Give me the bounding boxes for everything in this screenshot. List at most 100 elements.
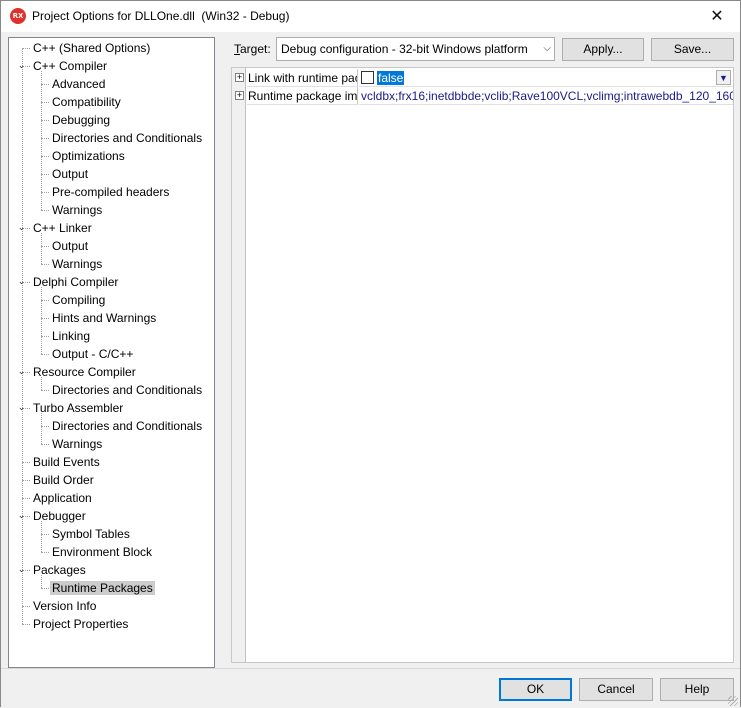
tree-item[interactable]: Advanced	[50, 75, 107, 93]
tree-item-label: Resource Compiler	[33, 365, 136, 379]
tree-branch	[41, 575, 42, 588]
expand-plus-icon[interactable]: +	[235, 91, 244, 100]
expand-plus-icon[interactable]: +	[235, 73, 244, 82]
tree-item[interactable]: Output	[50, 165, 90, 183]
tree-branch	[41, 287, 42, 354]
tree-item[interactable]: Symbol Tables	[50, 525, 132, 543]
tree-item-label: Build Order	[33, 473, 94, 487]
save-button[interactable]: Save...	[651, 38, 734, 61]
tree-item[interactable]: Project Properties	[31, 615, 130, 633]
tree-item-label: Packages	[33, 563, 86, 577]
tree-item[interactable]: Directories and Conditionals	[50, 417, 204, 435]
tree-item[interactable]: Optimizations	[50, 147, 127, 165]
tree-item[interactable]: Debugger	[31, 507, 88, 525]
target-select-value: Debug configuration - 32-bit Windows pla…	[281, 42, 528, 56]
tree-item-label: Compiling	[52, 293, 106, 307]
tree-item[interactable]: Warnings	[50, 255, 104, 273]
tree-item-label: Warnings	[52, 437, 103, 451]
tree-item-label: Version Info	[33, 599, 97, 613]
tree-item-label: Directories and Conditionals	[52, 383, 203, 397]
tree-connector	[41, 552, 49, 553]
tree-item[interactable]: Turbo Assembler	[31, 399, 125, 417]
tree-branch	[41, 233, 42, 264]
property-value: false	[377, 71, 405, 85]
tree-connector	[22, 606, 30, 607]
tree-item-label: Directories and Conditionals	[52, 131, 203, 145]
tree-connector	[41, 120, 49, 121]
tree-item[interactable]: C++ Compiler	[31, 57, 109, 75]
tree-connector	[41, 102, 49, 103]
tree-item[interactable]: Linking	[50, 327, 92, 345]
property-value[interactable]: vcldbx;frx16;inetdbbde;vclib;Rave100VCL;…	[359, 87, 733, 105]
tree-item-label: Project Properties	[33, 617, 129, 631]
tree-item[interactable]: Packages	[31, 561, 88, 579]
tree-item-label: C++ (Shared Options)	[33, 41, 151, 55]
tree-connector	[41, 336, 49, 337]
close-icon[interactable]: ✕	[694, 1, 740, 31]
tree-item[interactable]: C++ (Shared Options)	[31, 39, 152, 57]
tree-connector	[41, 588, 49, 589]
checkbox-icon[interactable]	[361, 71, 374, 84]
cancel-button[interactable]: Cancel	[579, 678, 653, 701]
tree-item[interactable]: Runtime Packages	[50, 579, 155, 597]
tree-item[interactable]: Application	[31, 489, 94, 507]
tree-item-label: Delphi Compiler	[33, 275, 119, 289]
tree-item[interactable]: Pre-compiled headers	[50, 183, 171, 201]
tree-item[interactable]: Build Events	[31, 453, 102, 471]
tree-item-label: Output - C/C++	[52, 347, 134, 361]
tree-item[interactable]: Directories and Conditionals	[50, 381, 204, 399]
tree-item-label: Output	[52, 239, 89, 253]
grid-gutter	[232, 68, 246, 662]
tree-connector	[22, 498, 30, 499]
tree-item[interactable]: Warnings	[50, 435, 104, 453]
chevron-down-icon: ⌵	[543, 43, 551, 54]
tree-branch	[41, 377, 42, 390]
tree-item[interactable]: Directories and Conditionals	[50, 129, 204, 147]
tree-item[interactable]: Output	[50, 237, 90, 255]
dropdown-arrow-icon[interactable]: ▼	[716, 70, 731, 85]
tree-item[interactable]: Hints and Warnings	[50, 309, 158, 327]
tree-item[interactable]: Debugging	[50, 111, 112, 129]
tree-item-label: Output	[52, 167, 89, 181]
property-name: Runtime package import libraries	[247, 87, 358, 105]
dialog-footer: OK Cancel Help	[1, 668, 740, 708]
tree-item[interactable]: Warnings	[50, 201, 104, 219]
app-rx-icon: RX	[10, 8, 26, 24]
window-title: Project Options for DLLOne.dll (Win32 - …	[32, 9, 290, 23]
tree-connector	[22, 462, 30, 463]
ok-button[interactable]: OK	[499, 678, 572, 701]
tree-connector	[22, 624, 30, 625]
help-button[interactable]: Help	[660, 678, 734, 701]
tree-item[interactable]: Compatibility	[50, 93, 123, 111]
title-bar: RX Project Options for DLLOne.dll (Win32…	[1, 1, 740, 32]
tree-item[interactable]: Compiling	[50, 291, 107, 309]
tree-item[interactable]: Build Order	[31, 471, 96, 489]
tree-item-label: Warnings	[52, 257, 103, 271]
apply-button[interactable]: Apply...	[562, 38, 644, 61]
tree-item-label: Application	[33, 491, 92, 505]
tree-item[interactable]: Output - C/C++	[50, 345, 135, 363]
tree-connector	[41, 138, 49, 139]
tree-connector	[22, 480, 30, 481]
tree-item[interactable]: Resource Compiler	[31, 363, 138, 381]
tree-item[interactable]: Delphi Compiler	[31, 273, 120, 291]
tree-connector	[41, 300, 49, 301]
tree-connector	[41, 426, 49, 427]
property-value-editor[interactable]: false ▼	[359, 69, 733, 87]
tree-item-label: Build Events	[33, 455, 100, 469]
grid-row-runtime-packages[interactable]: + Runtime package import libraries vcldb…	[232, 87, 733, 105]
tree-item[interactable]: Environment Block	[50, 543, 154, 561]
grid-row-link-runtime[interactable]: + Link with runtime packages false ▼	[232, 69, 733, 87]
tree-connector	[41, 390, 49, 391]
tree-connector	[41, 354, 49, 355]
tree-item[interactable]: Version Info	[31, 597, 98, 615]
target-select[interactable]: Debug configuration - 32-bit Windows pla…	[276, 37, 555, 61]
tree-connector	[22, 48, 30, 49]
resize-grip-icon[interactable]	[728, 696, 738, 706]
property-name: Link with runtime packages	[247, 69, 358, 87]
tree-item-label: Pre-compiled headers	[52, 185, 170, 199]
tree-branch	[41, 413, 42, 444]
tree-item-label: Turbo Assembler	[33, 401, 124, 415]
project-options-dialog: RX Project Options for DLLOne.dll (Win32…	[0, 0, 741, 708]
options-tree[interactable]: C++ (Shared Options) C++ Compiler ⌄ Advance…	[8, 37, 215, 668]
